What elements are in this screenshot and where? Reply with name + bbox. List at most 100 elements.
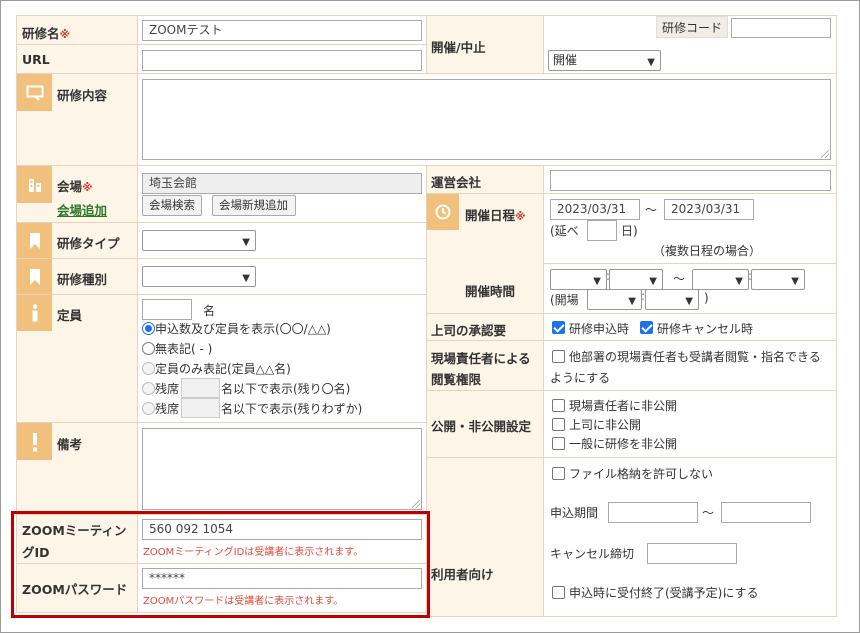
url-label: URL [22, 52, 50, 67]
course-code-input[interactable] [731, 18, 831, 38]
start-hour-select[interactable]: ▼ [550, 269, 607, 290]
bookmark-icon [17, 223, 52, 258]
start-minute-select[interactable]: ▼ [609, 269, 663, 290]
chevron-down-icon: ▼ [685, 296, 693, 307]
url-input[interactable] [142, 50, 422, 71]
capacity-unit: 名 [203, 304, 216, 318]
apply-period-label: 申込期間 [550, 506, 599, 520]
course-kind-select[interactable]: ▼ [142, 266, 256, 287]
open-time-prefix: (開場 [550, 293, 579, 307]
hide-from-boss-label: 上司に非公開 [569, 418, 642, 432]
course-name-input[interactable]: ZOOMテスト [142, 20, 422, 41]
capacity-radio-none[interactable] [142, 342, 155, 355]
viewer-rights-label-line2: 閲覧権限 [431, 372, 482, 387]
apply-period-start-input[interactable] [608, 502, 698, 523]
status-select[interactable]: 開催 ▼ [548, 50, 661, 71]
clock-icon [427, 194, 459, 230]
venue-add-link[interactable]: 会場追加 [57, 200, 107, 219]
course-name-label: 研修名※ [22, 26, 71, 41]
info-icon [17, 295, 52, 331]
viewer-rights-label-line1: 現場責任者による [431, 351, 531, 366]
chevron-down-icon: ▼ [628, 296, 636, 307]
end-date-input[interactable]: 2023/03/31 [664, 199, 754, 220]
hide-from-public-checkbox[interactable] [552, 437, 565, 450]
approval-apply-checkbox[interactable] [552, 321, 565, 334]
time-label: 開催時間 [465, 284, 516, 299]
capacity-option-label: 申込数及び定員を表示(〇〇/△△) [155, 322, 331, 336]
apply-period-tilde: 〜 [702, 506, 715, 520]
capacity-option-prefix: 残席 [155, 402, 180, 416]
end-hour-select[interactable]: ▼ [692, 269, 749, 290]
operator-input[interactable] [550, 170, 831, 191]
capacity-label: 定員 [57, 308, 83, 323]
approval-cancel-label: 研修キャンセル時 [657, 322, 754, 336]
resize-grip-icon[interactable] [412, 500, 420, 508]
capacity-radio-few[interactable] [142, 402, 155, 415]
operator-label: 運営会社 [431, 175, 482, 190]
cancel-deadline-label: キャンセル締切 [550, 547, 635, 561]
status-select-value: 開催 [553, 53, 578, 67]
date-range-tilde: 〜 [645, 203, 658, 217]
status-label: 開催/中止 [431, 40, 486, 55]
for-users-header [426, 457, 544, 617]
total-days-prefix: (延べ [550, 224, 579, 238]
venue-search-button[interactable]: 会場検索 [142, 195, 202, 216]
chevron-down-icon: ▼ [242, 237, 250, 248]
total-days-input[interactable] [587, 220, 617, 241]
for-users-label: 利用者向け [431, 567, 494, 582]
viewer-rights-text-line2: ようにする [550, 371, 611, 385]
open-minute-select[interactable]: ▼ [645, 289, 699, 310]
hide-from-boss-checkbox[interactable] [552, 418, 565, 431]
open-time-close: ) [704, 291, 709, 305]
capacity-option-label: 定員のみ表記(定員△△名) [155, 362, 291, 376]
resize-grip-icon[interactable] [821, 150, 829, 158]
capacity-option-label: 無表記( - ) [155, 342, 213, 356]
visibility-label: 公開・非公開設定 [431, 419, 532, 434]
venue-label: 会場※ [57, 179, 93, 194]
bookmark-icon [17, 259, 52, 294]
course-type-label: 研修タイプ [57, 236, 120, 251]
viewer-rights-checkbox[interactable] [552, 350, 565, 363]
capacity-option-prefix: 残席 [155, 382, 180, 396]
remaining-seat-input[interactable] [181, 378, 220, 398]
hide-from-managers-checkbox[interactable] [552, 399, 565, 412]
course-type-select[interactable]: ▼ [142, 230, 256, 251]
venue-input[interactable]: 埼玉会館 [142, 173, 422, 194]
dates-label: 開催日程※ [465, 208, 526, 223]
multi-day-note: （複数日程の場合） [653, 244, 762, 258]
approval-label: 上司の承認要 [431, 323, 507, 338]
time-range-tilde: 〜 [673, 272, 686, 286]
end-minute-select[interactable]: ▼ [751, 269, 805, 290]
hide-from-managers-label: 現場責任者に非公開 [569, 399, 678, 413]
building-icon [17, 166, 52, 203]
venue-new-button[interactable]: 会場新規追加 [212, 195, 296, 216]
total-days-suffix: 日) [621, 224, 638, 238]
disallow-files-label: ファイル格納を許可しない [569, 467, 714, 481]
apply-period-end-input[interactable] [721, 502, 811, 523]
content-textarea[interactable] [142, 79, 831, 160]
capacity-radio-only[interactable] [142, 362, 155, 375]
approval-cancel-checkbox[interactable] [640, 321, 653, 334]
chevron-down-icon: ▼ [647, 57, 655, 68]
disallow-files-checkbox[interactable] [552, 467, 565, 480]
notes-label: 備考 [57, 437, 83, 452]
approval-apply-label: 研修申込時 [569, 322, 630, 336]
chevron-down-icon: ▼ [735, 276, 743, 287]
viewer-rights-text-line1: 他部署の現場責任者も受講者閲覧・指名できる [569, 350, 821, 364]
capacity-input[interactable] [142, 299, 192, 320]
monitor-icon [17, 74, 52, 111]
capacity-option-suffix: 名以下で表示(残り〇名) [221, 382, 351, 396]
chevron-down-icon: ▼ [791, 276, 799, 287]
course-code-label: 研修コード [662, 21, 723, 35]
capacity-radio-full[interactable] [142, 322, 155, 335]
auto-close-checkbox[interactable] [552, 586, 565, 599]
cancel-deadline-input[interactable] [647, 543, 737, 564]
exclamation-icon [17, 423, 52, 460]
capacity-radio-remaining[interactable] [142, 382, 155, 395]
notes-textarea[interactable] [142, 428, 422, 510]
start-date-input[interactable]: 2023/03/31 [550, 199, 640, 220]
capacity-option-suffix: 名以下で表示(残りわずか) [221, 402, 363, 416]
open-hour-select[interactable]: ▼ [587, 289, 642, 310]
chevron-down-icon: ▼ [242, 273, 250, 284]
few-seat-input[interactable] [181, 398, 220, 418]
